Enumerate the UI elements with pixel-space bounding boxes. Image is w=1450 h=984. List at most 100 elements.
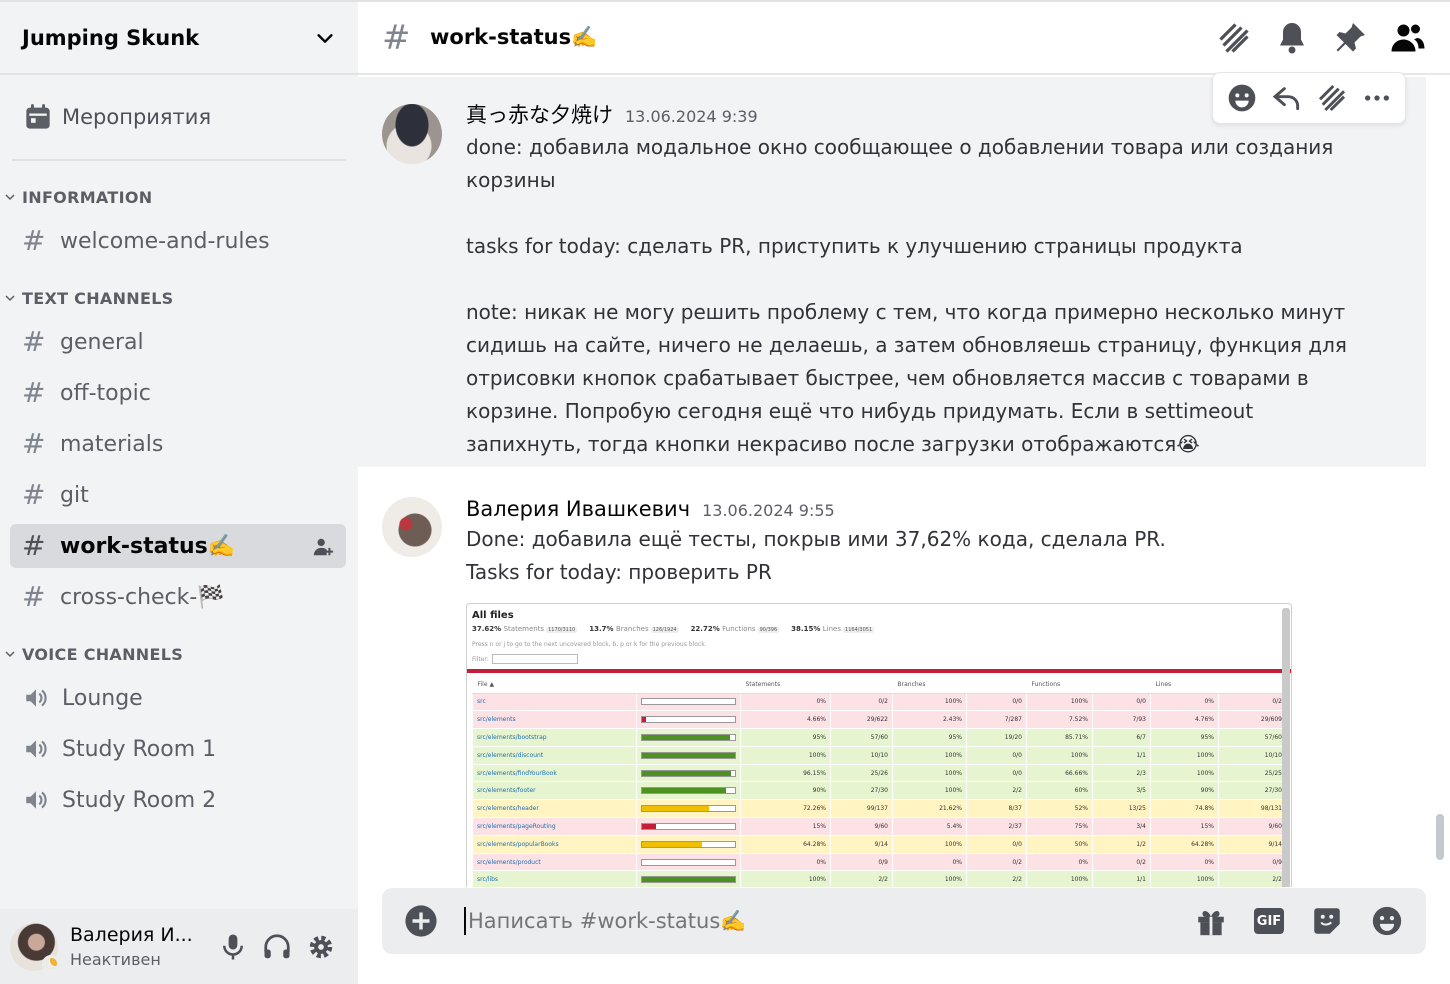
- coverage-cell: 100%: [892, 870, 967, 887]
- user-name: Валерия И...: [70, 924, 193, 946]
- scrollbar[interactable]: [1436, 814, 1444, 860]
- coverage-cell: 0%: [1026, 852, 1093, 872]
- avatar[interactable]: [10, 922, 60, 973]
- coverage-bar-cell: [636, 745, 741, 765]
- coverage-cell: 0/0: [1092, 692, 1151, 712]
- category-text-channels[interactable]: TEXT CHANNELS: [0, 284, 358, 312]
- voice-channel-study-room-1[interactable]: Study Room 1: [10, 727, 346, 771]
- message[interactable]: 真っ赤な夕焼け 13.06.2024 9:39 done: добавила м…: [358, 77, 1426, 467]
- server-header[interactable]: Jumping Skunk: [0, 0, 358, 75]
- threads-icon[interactable]: [1216, 20, 1252, 56]
- coverage-cell: 27/30: [1218, 781, 1287, 801]
- coverage-cell: 3/5: [1092, 781, 1151, 801]
- category-label: TEXT CHANNELS: [22, 288, 174, 308]
- category-voice-channels[interactable]: VOICE CHANNELS: [0, 640, 358, 668]
- bell-icon[interactable]: [1274, 20, 1310, 56]
- gear-icon[interactable]: [306, 932, 336, 962]
- channel-general[interactable]: # general: [10, 320, 346, 364]
- voice-channel-study-room-2[interactable]: Study Room 2: [10, 778, 346, 822]
- coverage-bar: [641, 769, 736, 777]
- coverage-cell: 100%: [1150, 870, 1219, 887]
- message-content: done: добавила модальное окно сообщающее…: [466, 135, 1347, 456]
- coverage-cell: 19/20: [966, 728, 1027, 747]
- headphones-icon[interactable]: [262, 932, 292, 962]
- channel-off-topic[interactable]: # off-topic: [10, 371, 346, 415]
- coverage-cell: 99/137: [830, 799, 893, 819]
- message-author[interactable]: Валерия Ивашкевич: [466, 497, 690, 521]
- coverage-cell: 0/0: [966, 763, 1027, 783]
- coverage-cell: 95%: [1150, 728, 1219, 747]
- sticker-icon[interactable]: [1310, 904, 1344, 938]
- channel-label: Study Room 2: [62, 787, 217, 813]
- coverage-summary-item: 13.7% Branches 126/1924: [589, 625, 679, 633]
- coverage-report-image[interactable]: All files 37.62% Statements 1170/3110 13.7…: [466, 603, 1292, 887]
- channel-welcome-and-rules[interactable]: # welcome-and-rules: [10, 219, 346, 263]
- channel-materials[interactable]: # materials: [10, 422, 346, 466]
- message-list[interactable]: 真っ赤な夕焼け 13.06.2024 9:39 done: добавила м…: [358, 77, 1426, 887]
- coverage-cell: 9/14: [830, 834, 893, 854]
- channel-label: work-status✍️: [60, 533, 236, 559]
- coverage-cell: 21.62%: [892, 799, 967, 819]
- reply-icon[interactable]: [1271, 82, 1303, 114]
- coverage-cell: 0/2: [830, 692, 893, 712]
- message-input[interactable]: [464, 907, 1194, 935]
- gif-button[interactable]: GIF: [1254, 908, 1284, 934]
- coverage-cell: 0/2: [1218, 692, 1287, 712]
- coverage-cell: 9/14: [1218, 834, 1287, 854]
- voice-channel-lounge[interactable]: Lounge: [10, 676, 346, 720]
- gift-icon[interactable]: [1194, 904, 1228, 938]
- channel-cross-check[interactable]: # cross-check-🏁: [10, 575, 346, 619]
- coverage-cell: 100%: [740, 870, 831, 887]
- coverage-row: src/elements/header 72.26% 99/137 21.62% 8/3…: [472, 799, 1287, 819]
- plus-circle-icon[interactable]: [404, 904, 438, 938]
- coverage-row: src/elements/discount 100% 10/10 100% 0/0 100…: [472, 745, 1287, 765]
- chevron-down-icon: [5, 295, 15, 302]
- coverage-cell: 0/2: [1092, 852, 1151, 872]
- invite-member-icon[interactable]: [312, 536, 334, 558]
- coverage-cell: 9/60: [1218, 817, 1287, 836]
- server-name: Jumping Skunk: [22, 25, 200, 50]
- coverage-bar-cell: [636, 692, 741, 712]
- microphone-icon[interactable]: [218, 932, 248, 962]
- emoji-reaction-icon[interactable]: [1226, 82, 1258, 114]
- category-information[interactable]: INFORMATION: [0, 183, 358, 211]
- coverage-cell: 52%: [1026, 799, 1093, 819]
- message-actions-bar: [1212, 72, 1406, 124]
- coverage-cell: 0/9: [1218, 852, 1287, 872]
- member-list-icon[interactable]: [1390, 20, 1426, 56]
- avatar[interactable]: [382, 497, 442, 557]
- emoji-icon[interactable]: [1370, 904, 1404, 938]
- channel-label: git: [60, 482, 89, 508]
- channel-work-status[interactable]: # work-status✍️: [10, 524, 346, 568]
- events-item[interactable]: Мероприятия: [12, 75, 346, 161]
- channel-label: off-topic: [60, 380, 151, 406]
- coverage-cell: 27/30: [830, 781, 893, 801]
- coverage-header-row: File ▲ Statements Branches Functions Lines: [472, 677, 1287, 694]
- message[interactable]: Валерия Ивашкевич 13.06.2024 9:55 Done: …: [358, 467, 1426, 887]
- coverage-cell: 96.15%: [740, 763, 831, 783]
- user-info[interactable]: Валерия И... Неактивен: [70, 924, 200, 969]
- channel-label: general: [60, 329, 144, 355]
- speaker-icon: [26, 791, 47, 809]
- coverage-cell: 4.76%: [1150, 710, 1219, 730]
- coverage-header: All files 37.62% Statements 1170/3110 13.7…: [467, 604, 1291, 664]
- message-author[interactable]: 真っ赤な夕焼け: [466, 99, 613, 129]
- avatar[interactable]: [382, 104, 442, 164]
- pin-icon[interactable]: [1332, 20, 1368, 56]
- coverage-cell: 100%: [892, 745, 967, 765]
- threads-icon[interactable]: [1316, 82, 1348, 114]
- coverage-cell: 1/1: [1092, 745, 1151, 765]
- channel-git[interactable]: # git: [10, 473, 346, 517]
- message-composer: GIF: [382, 888, 1426, 954]
- channel-title: work-status✍️: [430, 25, 598, 49]
- coverage-cell: 100%: [1026, 692, 1093, 712]
- more-icon[interactable]: [1361, 82, 1393, 114]
- hash-icon: #: [22, 224, 46, 257]
- coverage-summary: 37.62% Statements 1170/3110 13.7% Branches…: [472, 625, 1286, 633]
- channel-header: # work-status✍️: [358, 0, 1450, 75]
- coverage-file-link: src/elements: [472, 710, 637, 730]
- coverage-cell: 0/9: [830, 852, 893, 872]
- speaker-icon: [26, 689, 47, 707]
- coverage-cell: 2/2: [830, 870, 893, 887]
- chevron-down-icon[interactable]: [314, 27, 336, 49]
